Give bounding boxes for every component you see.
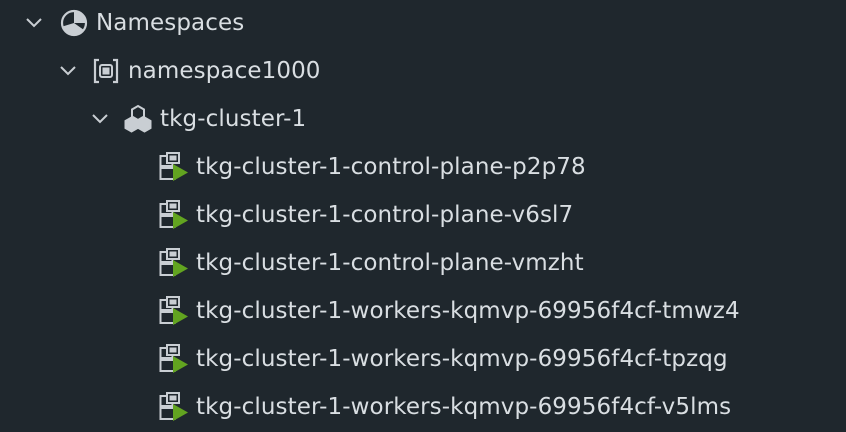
tree-node-label: tkg-cluster-1-workers-kqmvp-69956f4cf-tm… <box>196 298 740 324</box>
vm-powered-on-icon <box>158 247 190 279</box>
tree-node-vm[interactable]: tkg-cluster-1-control-plane-p2p78 <box>0 144 846 190</box>
inventory-tree: Namespaces namespace1000 tkg-cluster-1 t… <box>0 0 846 432</box>
tree-node-label: tkg-cluster-1-control-plane-vmzht <box>196 250 584 276</box>
vm-powered-on-icon <box>158 199 190 231</box>
vm-powered-on-icon <box>158 295 190 327</box>
tree-node-label: tkg-cluster-1-workers-kqmvp-69956f4cf-tp… <box>196 346 728 372</box>
tree-node-label: tkg-cluster-1-control-plane-v6sl7 <box>196 202 574 228</box>
namespaces-pie-icon <box>58 7 90 39</box>
tree-node-label: tkg-cluster-1-workers-kqmvp-69956f4cf-v5… <box>196 394 732 420</box>
tree-node-vm[interactable]: tkg-cluster-1-control-plane-vmzht <box>0 240 846 286</box>
tree-node-label: tkg-cluster-1 <box>160 106 307 132</box>
tree-node-vm[interactable]: tkg-cluster-1-workers-kqmvp-69956f4cf-v5… <box>0 384 846 430</box>
chevron-down-icon[interactable] <box>24 13 44 33</box>
chevron-down-icon[interactable] <box>90 109 110 129</box>
namespace-icon <box>90 55 122 87</box>
tree-node-vm[interactable]: tkg-cluster-1-control-plane-v6sl7 <box>0 192 846 238</box>
tree-node-vm[interactable]: tkg-cluster-1-workers-kqmvp-69956f4cf-tm… <box>0 288 846 334</box>
tree-node-vm[interactable]: tkg-cluster-1-workers-kqmvp-69956f4cf-tp… <box>0 336 846 382</box>
tree-node-label: namespace1000 <box>128 58 321 84</box>
cluster-icon <box>122 103 154 135</box>
tree-node-label: tkg-cluster-1-control-plane-p2p78 <box>196 154 586 180</box>
tree-node-namespaces[interactable]: Namespaces <box>0 0 846 46</box>
vm-powered-on-icon <box>158 151 190 183</box>
tree-node-label: Namespaces <box>96 10 245 36</box>
vm-powered-on-icon <box>158 343 190 375</box>
tree-node-tkg-cluster-1[interactable]: tkg-cluster-1 <box>0 96 846 142</box>
tree-node-namespace1000[interactable]: namespace1000 <box>0 48 846 94</box>
vm-powered-on-icon <box>158 391 190 423</box>
chevron-down-icon[interactable] <box>58 61 78 81</box>
